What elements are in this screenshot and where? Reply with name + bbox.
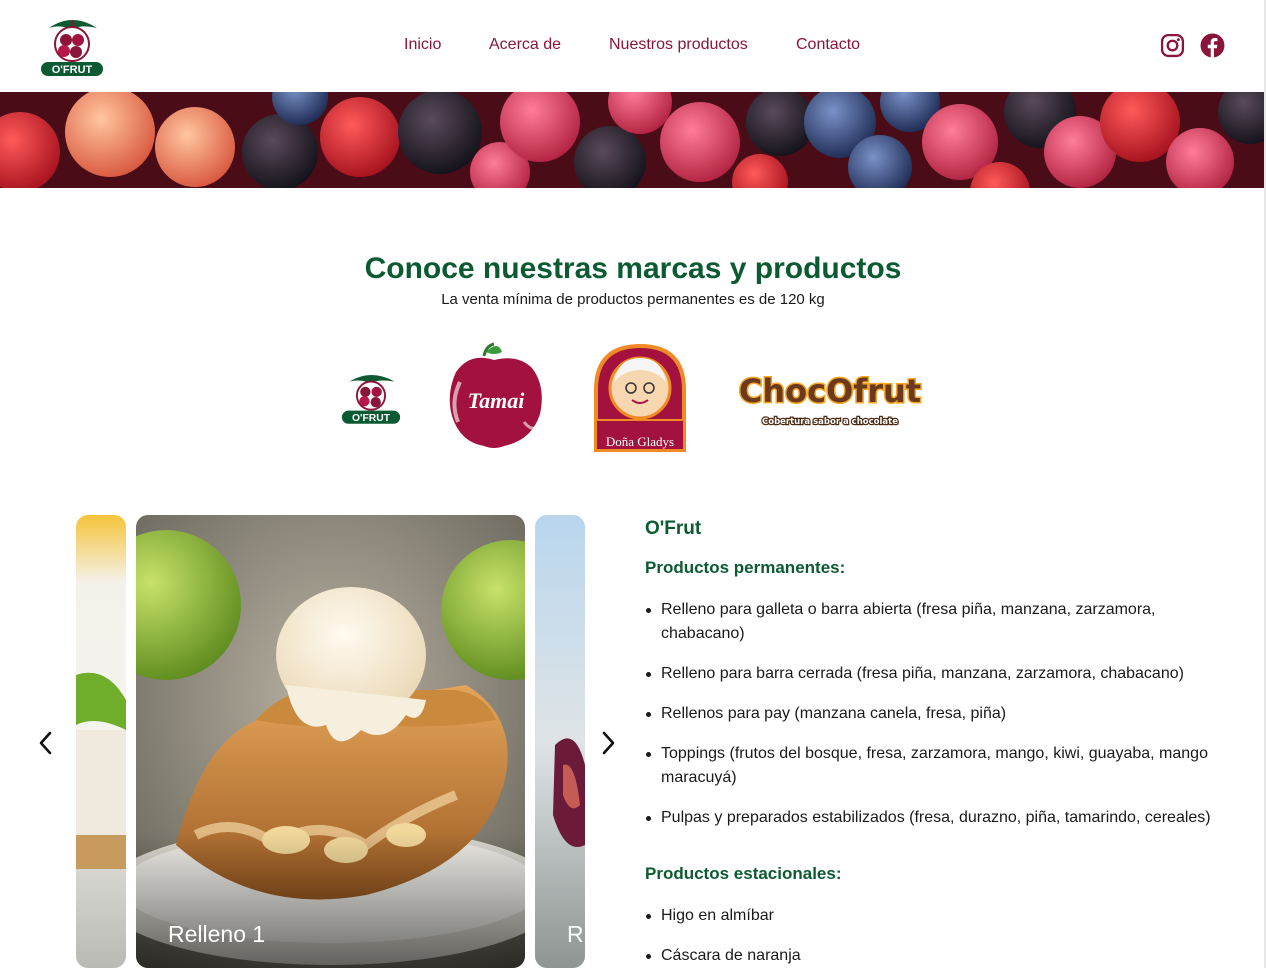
facebook-icon[interactable]: [1200, 33, 1225, 58]
fig-dessert-image: [535, 515, 585, 968]
carousel-slide-next[interactable]: R: [535, 515, 585, 968]
product-info: O'Frut Productos permanentes: Relleno pa…: [645, 518, 1235, 968]
slide-label: Relleno 1: [168, 921, 266, 947]
seasonal-products-title: Productos estacionales:: [645, 864, 842, 883]
brand-chocofrut-tagline: Cobertura sabor a chocolate: [762, 417, 898, 427]
slide-label-next: R: [567, 921, 584, 947]
list-item: Higo en almíbar: [645, 904, 1235, 928]
brand-dona-gladys-logo[interactable]: Doña Gladys: [590, 342, 690, 452]
carousel-slide-previous[interactable]: [76, 515, 126, 968]
permanent-products-list: Relleno para galleta o barra abierta (fr…: [645, 598, 1235, 830]
berry-shape: [155, 107, 235, 187]
list-item: Pulpas y preparados estabilizados (fresa…: [645, 806, 1235, 830]
brand-chocofrut-name: ChocOfrut: [739, 372, 921, 410]
brand-ofrut-logo[interactable]: O'FRUT: [340, 370, 402, 425]
berry-shape: [320, 97, 400, 177]
list-item: Cáscara de naranja: [645, 944, 1235, 968]
list-item: Relleno para galleta o barra abierta (fr…: [645, 598, 1235, 646]
instagram-icon[interactable]: [1160, 33, 1185, 58]
brand-dona-gladys-name: Doña Gladys: [606, 434, 674, 449]
list-item: Rellenos para pay (manzana canela, fresa…: [645, 702, 1235, 726]
carousel-slide-active[interactable]: Relleno 1: [136, 515, 525, 968]
nav-contacto[interactable]: Contacto: [796, 36, 860, 54]
brand-tamai-name: Tamai: [468, 388, 526, 413]
nav-acerca-de[interactable]: Acerca de: [489, 36, 561, 54]
berries-banner-image: [0, 92, 1266, 188]
list-item: Relleno para barra cerrada (fresa piña, …: [645, 662, 1235, 686]
logo-text: O'FRUT: [52, 64, 93, 76]
berry-shape: [242, 114, 318, 188]
brand-ofrut-name: O'FRUT: [352, 413, 391, 424]
site-header: O'FRUT Inicio Acerca de Nuestros product…: [0, 0, 1266, 92]
list-item: Toppings (frutos del bosque, fresa, zarz…: [645, 742, 1235, 790]
berry-shape: [660, 102, 740, 182]
carousel-next-button[interactable]: [596, 728, 620, 758]
product-brand-name: O'Frut: [645, 518, 702, 539]
brand-tamai-logo[interactable]: Tamai: [446, 342, 546, 452]
carousel-prev-button[interactable]: [34, 728, 58, 758]
ofrut-logo[interactable]: O'FRUT: [39, 14, 105, 78]
slide-shade: [136, 515, 525, 968]
page-subtitle: La venta mínima de productos permanentes…: [441, 291, 825, 308]
permanent-products-title: Productos permanentes:: [645, 558, 846, 577]
berry-shape: [398, 92, 482, 174]
page-title: Conoce nuestras marcas y productos: [364, 252, 902, 285]
nav-nuestros-productos[interactable]: Nuestros productos: [609, 36, 748, 54]
brand-chocofrut-logo[interactable]: ChocOfrut Cobertura sabor a chocolate: [734, 366, 926, 432]
seasonal-products-list: Higo en almíbar Cáscara de naranja: [645, 904, 1235, 968]
nav-inicio[interactable]: Inicio: [404, 36, 441, 54]
